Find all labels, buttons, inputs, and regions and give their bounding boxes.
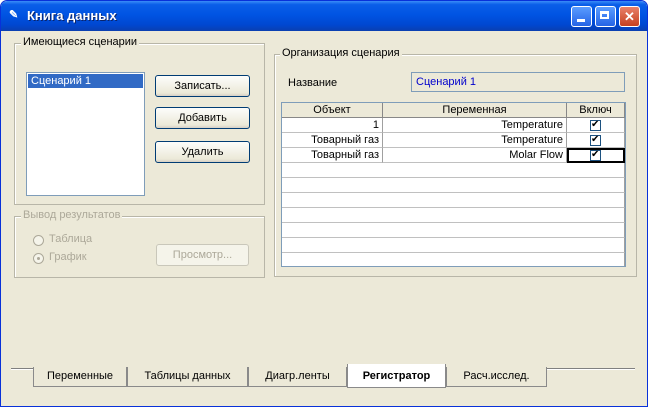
name-label: Название [288,77,338,89]
table-radio-label: Таблица [49,233,93,245]
delete-scenario-button[interactable]: Удалить [155,141,250,163]
graph-radio-label: График [49,251,87,263]
row-include-cell[interactable] [567,133,625,148]
include-checkbox[interactable] [590,148,601,162]
minimize-icon [572,7,591,26]
row-variable-cell[interactable]: Temperature [383,133,567,148]
row-object-cell[interactable]: 1 [282,118,383,133]
close-button[interactable]: ✕ [619,6,640,27]
graph-radio[interactable] [33,253,44,264]
column-header-variable[interactable]: Переменная [383,103,567,118]
row-object-cell[interactable]: Товарный газ [282,133,383,148]
data-book-window: ✎ Книга данных ✕ Имеющиеся сценарии Сцен… [0,0,648,407]
scenarios-listbox[interactable]: Сценарий 1 [26,72,145,196]
maximize-button[interactable] [595,6,616,27]
row-variable-cell[interactable]: Temperature [383,118,567,133]
include-checkbox[interactable] [590,118,601,132]
tab-variables[interactable]: Переменные [33,367,127,387]
scenarios-group-label: Имеющиеся сценарии [21,36,140,48]
maximize-icon [596,7,615,26]
row-include-cell-focused[interactable] [567,148,625,163]
minimize-button[interactable] [571,6,592,27]
organization-group-label: Организация сценария [280,47,402,59]
save-scenario-button[interactable]: Записать... [155,75,250,97]
tab-data-tables[interactable]: Таблицы данных [127,367,248,387]
row-include-cell[interactable] [567,118,625,133]
output-group-label: Вывод результатов [21,209,123,221]
variables-grid[interactable]: Объект Переменная Включ 1 Temperature То… [281,102,626,267]
empty-row[interactable] [282,238,625,253]
empty-row[interactable] [282,253,625,266]
include-checkbox[interactable] [590,133,601,147]
tab-registrator[interactable]: Регистратор [347,364,446,388]
column-header-include[interactable]: Включ [567,103,625,118]
app-icon: ✎ [9,9,19,21]
empty-row[interactable] [282,223,625,238]
scenario-name-field[interactable]: Сценарий 1 [411,72,625,92]
column-header-object[interactable]: Объект [282,103,383,118]
scenario-list-item[interactable]: Сценарий 1 [28,74,143,88]
empty-row[interactable] [282,178,625,193]
add-scenario-button[interactable]: Добавить [155,107,250,129]
tab-strip: Переменные Таблицы данных Диагр.ленты Ре… [1,362,647,406]
tab-strip-charts[interactable]: Диагр.ленты [248,367,347,387]
empty-row[interactable] [282,193,625,208]
view-results-button[interactable]: Просмотр... [156,244,249,266]
tab-case-studies[interactable]: Расч.исслед. [446,367,547,387]
row-variable-cell[interactable]: Molar Flow [383,148,567,163]
window-title: Книга данных [27,8,117,23]
row-object-cell[interactable]: Товарный газ [282,148,383,163]
close-icon: ✕ [624,9,635,24]
empty-row[interactable] [282,163,625,178]
table-radio[interactable] [33,235,44,246]
empty-row[interactable] [282,208,625,223]
title-bar[interactable]: ✎ Книга данных ✕ [1,1,647,31]
